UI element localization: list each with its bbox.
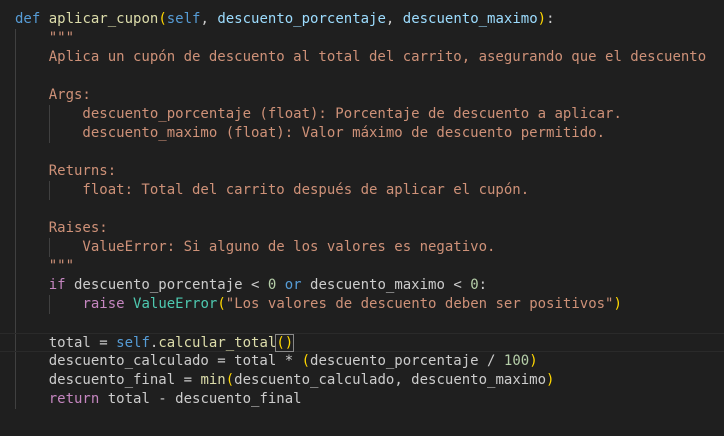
code-line-text: ValueError: Si alguno de los valores es … bbox=[15, 238, 495, 257]
code-line[interactable]: """ bbox=[0, 257, 724, 276]
code-line[interactable]: Aplica un cupón de descuento al total de… bbox=[0, 48, 724, 67]
code-token: () bbox=[275, 334, 295, 352]
code-line-text: descuento_final = min(descuento_calculad… bbox=[15, 371, 555, 390]
code-token: : bbox=[478, 277, 488, 293]
code-token: 0 bbox=[470, 277, 479, 293]
code-line[interactable]: float: Total del carrito después de apli… bbox=[0, 181, 724, 200]
code-line[interactable]: return total - descuento_final bbox=[0, 390, 724, 409]
code-token: descuento_porcentaje < bbox=[65, 277, 268, 293]
code-line-text: """ bbox=[15, 29, 74, 48]
code-line-text: if descuento_porcentaje < 0 or descuento… bbox=[15, 276, 487, 295]
code-token: if bbox=[48, 277, 66, 293]
code-token: , bbox=[385, 11, 403, 27]
code-line[interactable]: Args: bbox=[0, 86, 724, 105]
code-line-text: Aplica un cupón de descuento al total de… bbox=[15, 48, 706, 67]
code-token: descuento_porcentaje bbox=[217, 11, 386, 27]
code-token: ValueError bbox=[133, 296, 218, 312]
code-line-text: total = self.calcular_total() bbox=[15, 334, 295, 353]
code-token: ( bbox=[225, 372, 235, 388]
code-line-text: raise ValueError("Los valores de descuen… bbox=[15, 295, 622, 314]
code-line[interactable] bbox=[0, 314, 724, 333]
code-token: aplicar_cupon bbox=[48, 11, 159, 27]
code-token: Aplica un cupón de descuento al total de… bbox=[15, 49, 707, 65]
code-line-text: Raises: bbox=[15, 219, 108, 238]
code-token: or bbox=[284, 277, 302, 293]
code-token: def bbox=[15, 11, 41, 27]
code-line-text: descuento_porcentaje (float): Porcentaje… bbox=[15, 105, 622, 124]
code-token: "Los valores de descuento deben ser posi… bbox=[225, 296, 614, 312]
code-line[interactable]: descuento_final = min(descuento_calculad… bbox=[0, 371, 724, 390]
code-token: calcular_total bbox=[158, 335, 277, 351]
code-line[interactable]: """ bbox=[0, 29, 724, 48]
code-token: """ bbox=[15, 258, 75, 274]
code-token: ) bbox=[546, 372, 555, 388]
code-line-text: descuento_calculado = total * (descuento… bbox=[15, 352, 538, 371]
code-line[interactable]: ValueError: Si alguno de los valores es … bbox=[0, 238, 724, 257]
code-line[interactable]: if descuento_porcentaje < 0 or descuento… bbox=[0, 276, 724, 295]
code-line[interactable] bbox=[0, 200, 724, 219]
code-line[interactable]: descuento_maximo (float): Valor máximo d… bbox=[0, 124, 724, 143]
code-line-text: return total - descuento_final bbox=[15, 390, 302, 409]
code-token: descuento_porcentaje / bbox=[310, 353, 504, 369]
code-token: 100 bbox=[503, 353, 530, 369]
code-line-text: Returns: bbox=[15, 162, 116, 181]
code-token: descuento_calculado = total * bbox=[15, 353, 302, 369]
code-token: self bbox=[166, 11, 201, 27]
code-line-text: Args: bbox=[15, 86, 91, 105]
code-token: total = bbox=[15, 335, 117, 351]
code-token: descuento_maximo bbox=[402, 11, 538, 27]
code-line[interactable]: descuento_porcentaje (float): Porcentaje… bbox=[0, 105, 724, 124]
code-token: Raises: bbox=[15, 220, 108, 236]
code-token: Returns: bbox=[15, 163, 117, 179]
code-token: Args: bbox=[15, 87, 91, 103]
code-line-text: """ bbox=[15, 257, 74, 276]
code-token: ( bbox=[217, 296, 226, 312]
code-token: ) bbox=[537, 11, 547, 27]
code-line[interactable]: Raises: bbox=[0, 219, 724, 238]
code-token: ( bbox=[301, 353, 311, 369]
code-line[interactable]: raise ValueError("Los valores de descuen… bbox=[0, 295, 724, 314]
code-token: self bbox=[116, 335, 150, 351]
code-line[interactable]: Returns: bbox=[0, 162, 724, 181]
code-token: min bbox=[200, 372, 226, 388]
code-token: descuento_maximo < bbox=[301, 277, 471, 293]
code-line[interactable] bbox=[0, 143, 724, 162]
code-token: return bbox=[48, 391, 100, 407]
code-token: descuento_final = bbox=[15, 372, 201, 388]
code-editor[interactable]: def aplicar_cupon(self, descuento_porcen… bbox=[0, 0, 724, 436]
code-line[interactable]: descuento_calculado = total * (descuento… bbox=[0, 352, 724, 371]
code-line[interactable]: total = self.calcular_total() bbox=[0, 333, 724, 352]
code-token: float: Total del carrito después de apli… bbox=[15, 182, 530, 198]
code-token: total - descuento_final bbox=[99, 391, 302, 407]
code-token: ) bbox=[529, 353, 538, 369]
code-line[interactable]: def aplicar_cupon(self, descuento_porcen… bbox=[0, 10, 724, 29]
code-token: , bbox=[200, 11, 218, 27]
code-line-text: descuento_maximo (float): Valor máximo d… bbox=[15, 124, 605, 143]
code-token: """ bbox=[15, 30, 75, 46]
code-line[interactable] bbox=[0, 67, 724, 86]
code-token: descuento_porcentaje (float): Porcentaje… bbox=[15, 106, 622, 122]
code-token: : bbox=[546, 11, 555, 27]
code-token: ( bbox=[158, 11, 167, 27]
code-line-text: def aplicar_cupon(self, descuento_porcen… bbox=[15, 10, 555, 29]
code-line-text: float: Total del carrito después de apli… bbox=[15, 181, 529, 200]
code-token: ValueError: Si alguno de los valores es … bbox=[15, 239, 496, 255]
code-token: descuento_maximo (float): Valor máximo d… bbox=[15, 125, 606, 141]
code-token: raise bbox=[82, 296, 125, 312]
code-token: ) bbox=[613, 296, 622, 312]
code-token: descuento_calculado, descuento_maximo bbox=[234, 372, 547, 388]
